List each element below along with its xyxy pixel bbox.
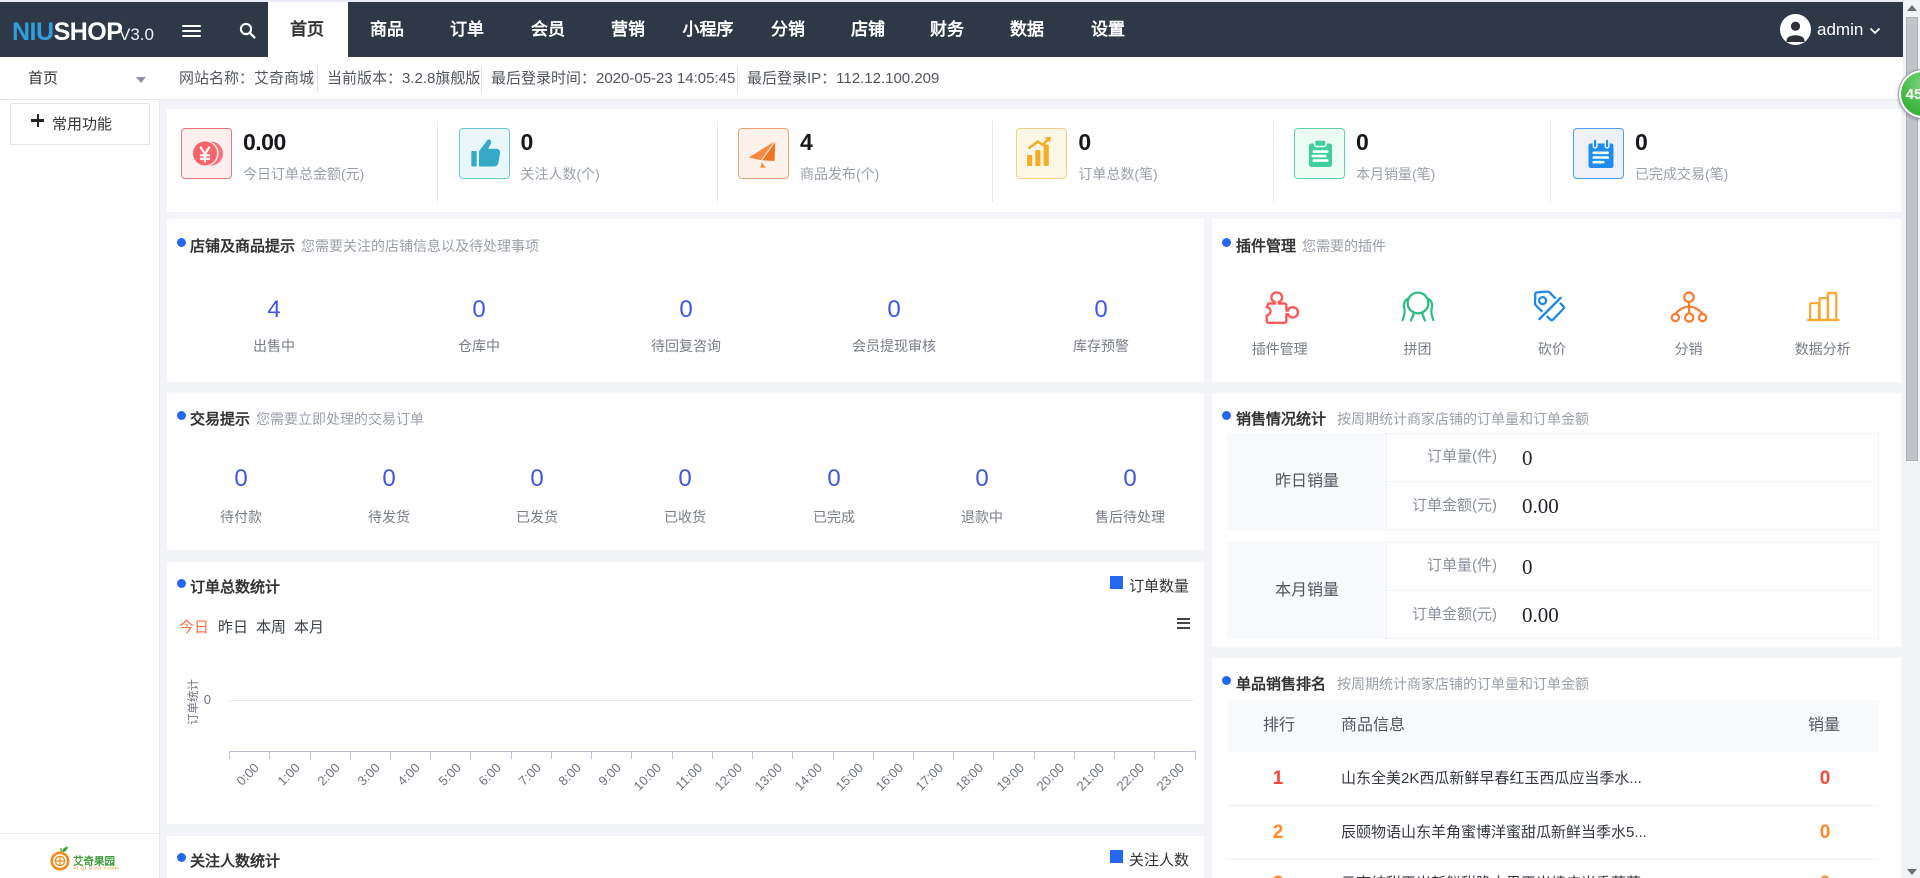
svg-text:AI QI GUO YUAN: AI QI GUO YUAN bbox=[73, 865, 119, 871]
